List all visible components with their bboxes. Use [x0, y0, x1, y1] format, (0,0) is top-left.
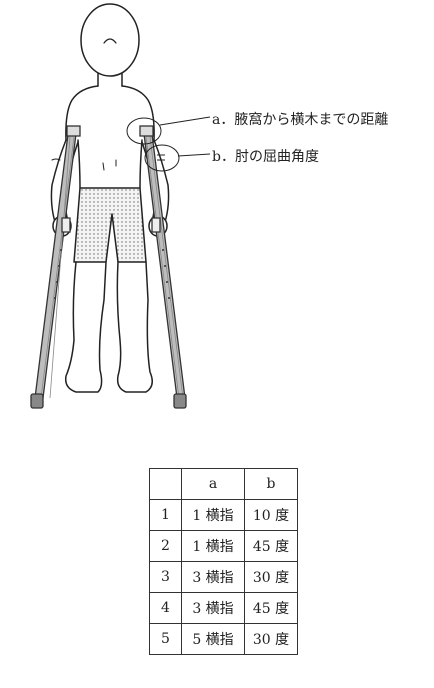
option-a-value: 5 横指 [181, 623, 245, 655]
callout-a-leader [159, 116, 211, 126]
option-number: 5 [149, 623, 182, 655]
table-row: 3 3 横指 30 度 [149, 561, 298, 593]
table-header-cell: b [244, 468, 298, 500]
option-b-value: 30 度 [244, 561, 298, 593]
option-a-value: 1 横指 [181, 530, 245, 562]
table-row: 4 3 横指 45 度 [149, 592, 298, 624]
table-header-cell: a [181, 468, 245, 500]
table-row: 5 5 横指 30 度 [149, 623, 298, 655]
option-number: 4 [149, 592, 182, 624]
callout-b-leader [177, 153, 211, 157]
option-b-value: 10 度 [244, 499, 298, 531]
option-a-value: 3 横指 [181, 592, 245, 624]
table-header-row: a b [149, 468, 298, 500]
crutch-figure-illustration [30, 3, 211, 409]
table-row: 2 1 横指 45 度 [149, 530, 298, 562]
left-leg [64, 261, 107, 393]
option-b-value: 45 度 [244, 530, 298, 562]
table-row: 1 1 横指 10 度 [149, 499, 298, 531]
option-b-value: 45 度 [244, 592, 298, 624]
head [80, 3, 140, 77]
option-a-value: 3 横指 [181, 561, 245, 593]
option-number: 1 [149, 499, 182, 531]
option-b-value: 30 度 [244, 623, 298, 655]
label-a: a．腋窩から横木までの距離 [212, 112, 389, 128]
right-leg [116, 261, 153, 393]
option-number: 3 [149, 561, 182, 593]
option-number: 2 [149, 530, 182, 562]
answer-options-table: a b 1 1 横指 10 度 2 1 横指 45 度 3 3 横指 30 度 … [149, 468, 298, 655]
shorts [73, 187, 147, 263]
table-header-cell [149, 468, 182, 500]
option-a-value: 1 横指 [181, 499, 245, 531]
label-b: b．肘の屈曲角度 [212, 149, 319, 165]
